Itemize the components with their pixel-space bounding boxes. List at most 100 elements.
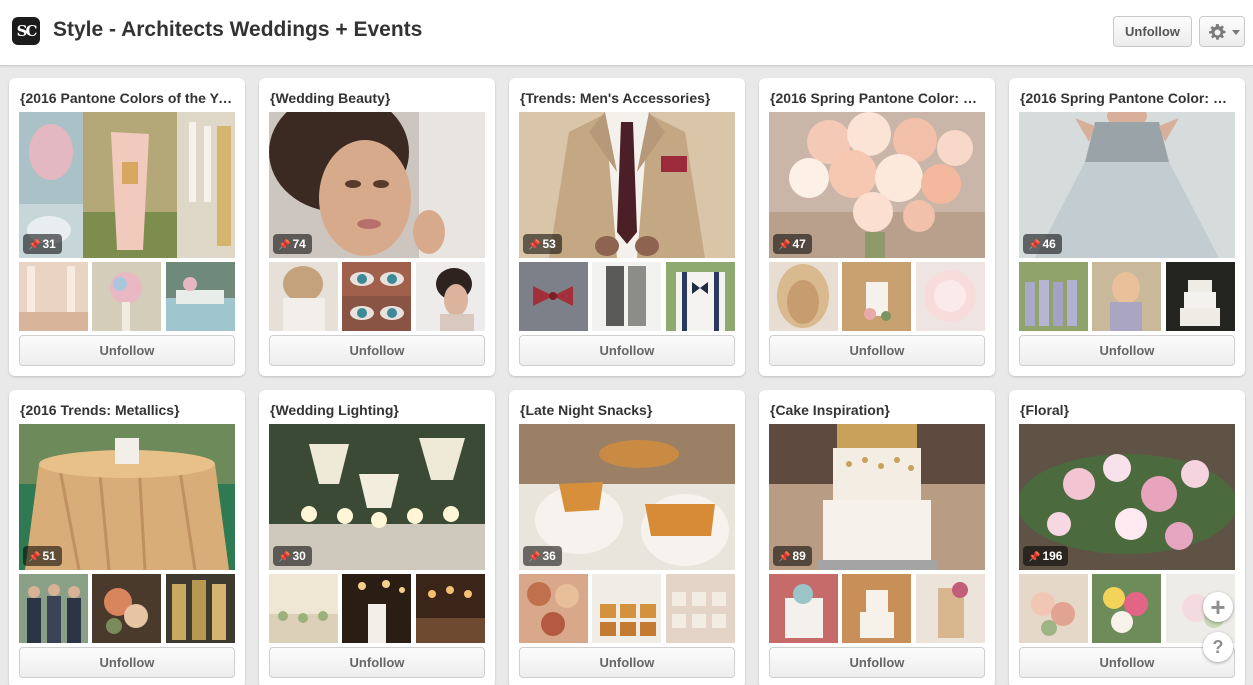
board-thumbnail[interactable] [342, 574, 411, 643]
board-card-rose-quartz: {2016 Spring Pantone Color: Rose Quartz}… [759, 78, 995, 376]
board-cover-image[interactable]: 📌 47 [769, 112, 985, 258]
board-card-wedding-lighting: {Wedding Lighting} 📌 30 Unfollow [259, 390, 495, 685]
board-thumbnail[interactable] [1092, 262, 1161, 331]
profile-logo[interactable]: SC [12, 17, 40, 45]
pin-count-badge: 📌 51 [23, 546, 62, 566]
board-title[interactable]: {Cake Inspiration} [770, 402, 986, 418]
board-cover-image[interactable]: 📌 46 [1019, 112, 1235, 258]
board-thumbnail[interactable] [666, 574, 735, 643]
board-thumbnail[interactable] [166, 574, 235, 643]
board-thumbnail[interactable] [769, 574, 838, 643]
help-button[interactable]: ? [1203, 632, 1233, 662]
pin-icon: 📌 [778, 240, 791, 251]
board-title[interactable]: {Floral} [1020, 402, 1236, 418]
board-cover-image[interactable]: 📌 51 [19, 424, 235, 570]
pin-count: 36 [542, 549, 556, 563]
board-title[interactable]: {2016 Spring Pantone Color: Rose Quartz} [770, 90, 986, 106]
pin-count-badge: 📌 196 [1023, 546, 1069, 566]
board-card-pantone-colors: {2016 Pantone Colors of the Year} 📌 31 Un… [9, 78, 245, 376]
board-thumbnail[interactable] [916, 262, 985, 331]
pin-icon: 📌 [1028, 240, 1041, 251]
board-thumbnail[interactable] [342, 262, 411, 331]
pin-count: 53 [542, 237, 556, 251]
pin-count-badge: 📌 36 [523, 546, 562, 566]
unfollow-button[interactable]: Unfollow [1019, 335, 1235, 366]
board-thumbnail[interactable] [166, 262, 235, 331]
board-header: SC Style - Architects Weddings + Events … [0, 0, 1253, 66]
board-cover-image[interactable]: 📌 36 [519, 424, 735, 570]
unfollow-button[interactable]: Unfollow [519, 647, 735, 678]
board-thumbnail[interactable] [19, 262, 88, 331]
board-thumbnail[interactable] [269, 574, 338, 643]
gear-icon [1209, 24, 1226, 40]
pin-icon: 📌 [528, 552, 541, 563]
board-card-late-night-snacks: {Late Night Snacks} 📌 36 Unfollow [509, 390, 745, 685]
pin-icon: 📌 [278, 552, 291, 563]
board-cover-image[interactable]: 📌 53 [519, 112, 735, 258]
board-thumbnail[interactable] [1166, 262, 1235, 331]
pin-icon: 📌 [28, 240, 41, 251]
board-thumbnail[interactable] [416, 262, 485, 331]
board-cover-image[interactable]: 📌 30 [269, 424, 485, 570]
unfollow-button[interactable]: Unfollow [769, 335, 985, 366]
unfollow-button[interactable]: Unfollow [269, 647, 485, 678]
board-title[interactable]: {Wedding Beauty} [270, 90, 486, 106]
unfollow-button[interactable]: Unfollow [269, 335, 485, 366]
pin-count-badge: 📌 46 [1023, 234, 1062, 254]
pin-icon: 📌 [528, 240, 541, 251]
unfollow-all-button[interactable]: Unfollow [1113, 16, 1192, 47]
pin-count: 74 [292, 237, 306, 251]
pin-icon: 📌 [778, 552, 791, 563]
board-thumbnail[interactable] [416, 574, 485, 643]
chevron-down-icon [1232, 30, 1240, 35]
board-thumbnail[interactable] [666, 262, 735, 331]
board-thumbnail[interactable] [519, 574, 588, 643]
board-card-serenity: {2016 Spring Pantone Color: Serenity} 📌4… [1009, 78, 1245, 376]
board-thumbnail[interactable] [92, 574, 161, 643]
pin-icon: 📌 [278, 240, 291, 251]
board-thumbnail[interactable] [842, 574, 911, 643]
unfollow-button[interactable]: Unfollow [769, 647, 985, 678]
board-title[interactable]: {2016 Spring Pantone Color: Serenity} [1020, 90, 1236, 106]
board-thumbnail[interactable] [592, 262, 661, 331]
add-pin-button[interactable]: + [1203, 592, 1233, 622]
pin-count: 31 [42, 237, 56, 251]
board-thumbnail[interactable] [19, 574, 88, 643]
unfollow-button[interactable]: Unfollow [19, 335, 235, 366]
board-cover-image[interactable]: 📌 89 [769, 424, 985, 570]
settings-button[interactable] [1199, 16, 1245, 47]
board-thumbnail[interactable] [269, 262, 338, 331]
board-thumbnail[interactable] [1092, 574, 1161, 643]
board-cover-image[interactable]: 📌 196 [1019, 424, 1235, 570]
board-thumbnail[interactable] [592, 574, 661, 643]
board-card-metallics: {2016 Trends: Metallics} 📌 51 Unfollow [9, 390, 245, 685]
board-thumbnail[interactable] [916, 574, 985, 643]
pin-count: 196 [1042, 549, 1063, 563]
unfollow-button[interactable]: Unfollow [519, 335, 735, 366]
board-cover-image[interactable]: 📌 74 [269, 112, 485, 258]
unfollow-button[interactable]: Unfollow [19, 647, 235, 678]
page-title: Style - Architects Weddings + Events [53, 18, 423, 41]
board-thumbnail[interactable] [769, 262, 838, 331]
pin-count: 47 [792, 237, 806, 251]
board-thumbnail[interactable] [1019, 574, 1088, 643]
pin-count-badge: 📌 47 [773, 234, 812, 254]
board-thumbnail[interactable] [92, 262, 161, 331]
unfollow-button[interactable]: Unfollow [1019, 647, 1235, 678]
board-card-cake-inspiration: {Cake Inspiration} 📌 89 Unfollow [759, 390, 995, 685]
board-thumbnail[interactable] [1019, 262, 1088, 331]
pin-count-badge: 📌 74 [273, 234, 312, 254]
board-thumbnail[interactable] [519, 262, 588, 331]
board-card-mens-accessories: {Trends: Men's Accessories} 📌 53 Unfollow [509, 78, 745, 376]
pin-count: 89 [792, 549, 806, 563]
pin-icon: 📌 [28, 552, 41, 563]
board-title[interactable]: {2016 Trends: Metallics} [20, 402, 236, 418]
pin-count-badge: 📌 31 [23, 234, 62, 254]
board-title[interactable]: {2016 Pantone Colors of the Year} [20, 90, 236, 106]
board-title[interactable]: {Wedding Lighting} [270, 402, 486, 418]
board-cover-image[interactable]: 📌 31 [19, 112, 235, 258]
board-title[interactable]: {Trends: Men's Accessories} [520, 90, 736, 106]
pin-count-badge: 📌 53 [523, 234, 562, 254]
board-thumbnail[interactable] [842, 262, 911, 331]
board-title[interactable]: {Late Night Snacks} [520, 402, 736, 418]
